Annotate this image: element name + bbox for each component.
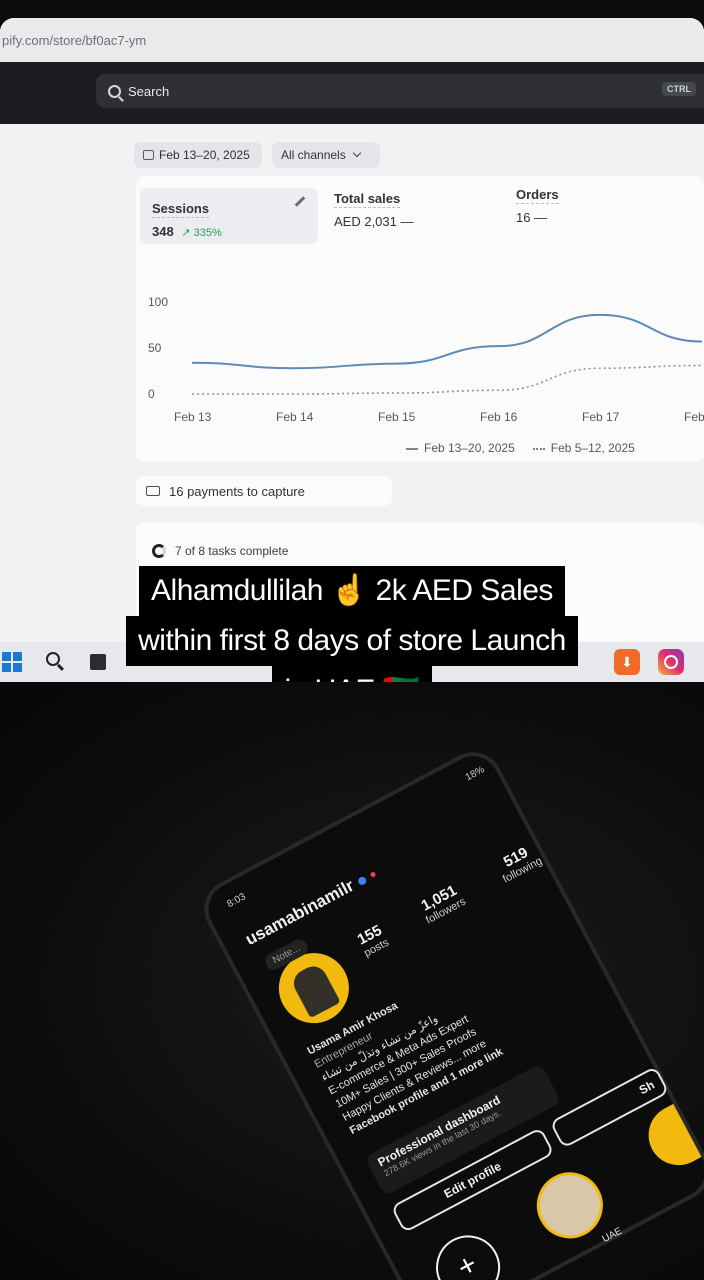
- x-tick-label: Feb 17: [582, 410, 620, 424]
- search-placeholder: Search: [128, 83, 170, 99]
- series-line-current: [191, 313, 703, 370]
- analytics-card: Sessions 348 ↗ 335% Total sales AED 2,03…: [136, 176, 704, 462]
- channel-filter[interactable]: All channels: [272, 142, 380, 168]
- phone-time: 8:03: [225, 891, 248, 911]
- calendar-icon: [143, 150, 154, 160]
- search-shortcut-badge: CTRL: [662, 82, 696, 96]
- browser-url[interactable]: pify.com/store/bf0ac7-ym: [2, 33, 146, 48]
- metric-sessions[interactable]: Sessions 348 ↗ 335%: [140, 188, 318, 244]
- metric-value: AED 2,031 —: [334, 214, 414, 229]
- total-sales-delta: —: [400, 214, 414, 229]
- notification-dot: [369, 871, 377, 878]
- search-input[interactable]: Search CTRL: [96, 74, 704, 108]
- metric-value: 348 ↗ 335%: [152, 224, 318, 239]
- channel-filter-label: All channels: [281, 148, 346, 162]
- x-tick-label: Feb 14: [276, 410, 314, 424]
- admin-top-bar: Search CTRL: [0, 62, 704, 124]
- progress-ring-icon: [152, 544, 166, 558]
- chart-legend: Feb 13–20, 2025 Feb 5–12, 2025: [406, 441, 635, 455]
- y-axis-ticks: 100 50 0: [148, 295, 168, 401]
- caption-line-1: Alhamdullilah ☝️ 2k AED Sales: [139, 566, 565, 616]
- y-tick-label: 100: [148, 295, 168, 309]
- x-tick-label: Feb 15: [378, 410, 416, 424]
- metric-label: Total sales: [334, 191, 401, 208]
- x-axis-ticks: Feb 13 Feb 14 Feb 15 Feb 16 Feb 17 Feb: [174, 410, 704, 424]
- orders-value: 16: [516, 210, 531, 225]
- payments-to-capture-link[interactable]: 16 payments to capture: [136, 476, 392, 506]
- threads-icon: [356, 875, 368, 886]
- search-icon: [108, 84, 121, 98]
- stat-following[interactable]: 519 following: [493, 840, 545, 886]
- x-tick-label: Feb 16: [480, 410, 518, 424]
- date-range-picker[interactable]: Feb 13–20, 2025: [134, 142, 262, 168]
- edit-pencil-icon[interactable]: [294, 196, 306, 207]
- x-tick-label: Feb 13: [174, 410, 212, 424]
- stat-posts[interactable]: 155 posts: [354, 922, 391, 960]
- legend-previous: Feb 5–12, 2025: [532, 441, 635, 455]
- payment-icon: [146, 486, 160, 496]
- metric-orders[interactable]: Orders 16 —: [516, 186, 559, 225]
- phone-battery: 18%: [463, 764, 487, 784]
- caption-line-2: within first 8 days of store Launch: [126, 616, 578, 666]
- y-tick-label: 0: [148, 387, 155, 401]
- chart-lines: [191, 313, 703, 395]
- sessions-line-chart: 100 50 0 Feb 13 Feb 14 Feb 15 Feb 16 Feb 17 Feb: [148, 295, 704, 424]
- y-tick-label: 50: [148, 341, 162, 355]
- new-highlight-button[interactable]: +: [424, 1224, 512, 1280]
- metric-label: Sessions: [152, 201, 210, 218]
- date-range-label: Feb 13–20, 2025: [159, 148, 250, 162]
- browser-url-bar[interactable]: pify.com/store/bf0ac7-ym: [0, 18, 704, 62]
- x-tick-label: Feb: [684, 410, 704, 424]
- chevron-down-icon: [352, 148, 361, 158]
- metric-label: Orders: [516, 187, 559, 204]
- metric-total-sales[interactable]: Total sales AED 2,031 —: [334, 190, 414, 229]
- series-line-previous: [192, 364, 703, 395]
- tasks-label: 7 of 8 tasks complete: [175, 544, 289, 558]
- sessions-value: 348: [152, 224, 174, 239]
- stat-followers[interactable]: 1,051 followers: [416, 881, 468, 927]
- orders-delta: —: [534, 210, 548, 225]
- legend-current: Feb 13–20, 2025: [406, 441, 515, 455]
- payments-label: 16 payments to capture: [169, 483, 305, 499]
- metric-value: 16 —: [516, 210, 559, 225]
- profile-bio: Usama Amir Khosa Entrepreneur واعزّ من ت…: [305, 915, 602, 1139]
- total-sales-value: AED 2,031: [334, 214, 397, 229]
- sessions-delta: ↗ 335%: [181, 227, 222, 239]
